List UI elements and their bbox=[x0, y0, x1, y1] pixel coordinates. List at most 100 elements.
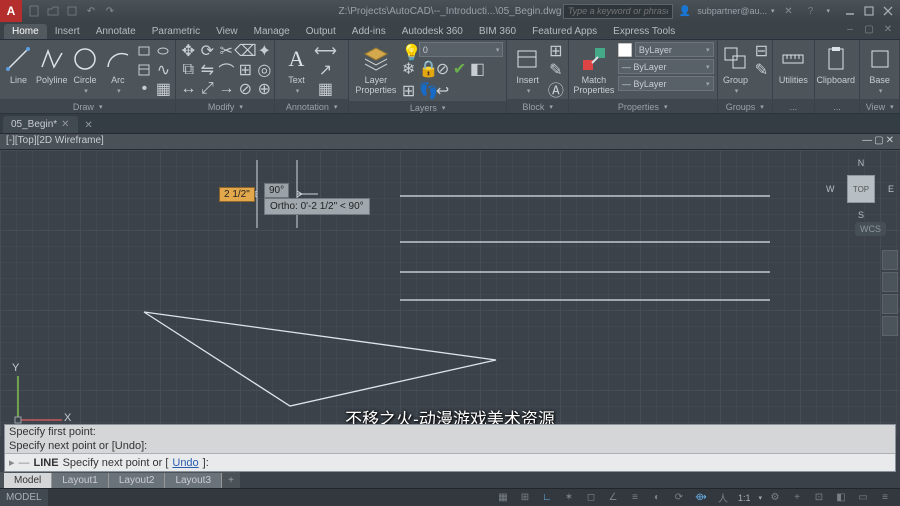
cmd-undo-link[interactable]: Undo bbox=[172, 457, 198, 469]
tab-annotate[interactable]: Annotate bbox=[88, 24, 144, 39]
polar-toggle-icon[interactable]: ✶ bbox=[560, 490, 578, 506]
bulb-icon[interactable]: 💡 bbox=[402, 43, 416, 57]
tab-manage[interactable]: Manage bbox=[246, 24, 298, 39]
add-tab-icon[interactable]: ✕ bbox=[80, 117, 98, 133]
group-edit-icon[interactable]: ✎ bbox=[753, 61, 771, 79]
tab-output[interactable]: Output bbox=[298, 24, 344, 39]
spline-icon[interactable]: ∿ bbox=[154, 61, 172, 79]
tab-bim360[interactable]: BIM 360 bbox=[471, 24, 524, 39]
create-block-icon[interactable]: ⊞ bbox=[547, 42, 565, 60]
tab-view[interactable]: View bbox=[208, 24, 246, 39]
join-icon[interactable]: ⊕ bbox=[255, 80, 273, 98]
attr-icon[interactable]: Ⓐ bbox=[547, 80, 565, 98]
rotate-icon[interactable]: ⟳ bbox=[198, 42, 216, 60]
nav-wheel-icon[interactable] bbox=[882, 250, 898, 270]
tab-a360[interactable]: Autodesk 360 bbox=[394, 24, 471, 39]
isolate-icon[interactable]: ◧ bbox=[832, 490, 850, 506]
leader-icon[interactable]: ↗ bbox=[316, 61, 334, 79]
annot-scale-icon[interactable]: 人 bbox=[714, 490, 732, 506]
exchange-icon[interactable]: ✕ bbox=[780, 3, 796, 19]
erase-icon[interactable]: ⌫ bbox=[236, 42, 254, 60]
fillet-icon[interactable]: ⌒ bbox=[217, 61, 235, 79]
color-combo[interactable]: ByLayer▾ bbox=[635, 42, 714, 57]
dimension-icon[interactable]: ⟷ bbox=[316, 42, 334, 60]
table-icon[interactable]: ▦ bbox=[316, 80, 334, 98]
lineweight-combo[interactable]: — ByLayer▾ bbox=[618, 59, 714, 74]
insert-block-tool[interactable]: Insert▾ bbox=[510, 42, 544, 95]
customize-icon[interactable]: ≡ bbox=[876, 490, 894, 506]
annotation-monitor-icon[interactable]: + bbox=[788, 490, 806, 506]
linetype-combo[interactable]: — ByLayer▾ bbox=[618, 76, 714, 91]
file-tab-close-icon[interactable]: ✕ bbox=[61, 119, 69, 130]
viewport-label[interactable]: [-][Top][2D Wireframe] bbox=[6, 135, 104, 148]
close-icon[interactable] bbox=[880, 4, 896, 18]
tab-insert[interactable]: Insert bbox=[47, 24, 88, 39]
viewcube-top-face[interactable]: TOP bbox=[847, 175, 875, 203]
user-chip[interactable]: subpartner@au...▾ bbox=[697, 6, 774, 16]
transparency-toggle-icon[interactable]: ◐ bbox=[648, 490, 666, 506]
stretch-icon[interactable]: ↔ bbox=[179, 80, 197, 98]
clipboard-tool[interactable]: Clipboard bbox=[818, 42, 854, 85]
layer-lock-icon[interactable]: 🔒 bbox=[419, 59, 435, 79]
new-icon[interactable] bbox=[26, 3, 42, 19]
text-tool[interactable]: A Text▾ bbox=[278, 42, 314, 95]
search-input[interactable] bbox=[563, 4, 673, 19]
polyline-tool[interactable]: Polyline bbox=[36, 42, 68, 85]
tab-addins[interactable]: Add-ins bbox=[344, 24, 394, 39]
vp-min-icon[interactable]: — bbox=[862, 135, 872, 148]
layout-tab-1[interactable]: Layout1 bbox=[52, 473, 109, 488]
snap-toggle-icon[interactable]: ⊞ bbox=[516, 490, 534, 506]
layout-tab-model[interactable]: Model bbox=[4, 473, 52, 488]
line-tool[interactable]: Line bbox=[3, 42, 34, 85]
tab-featured[interactable]: Featured Apps bbox=[524, 24, 605, 39]
command-line[interactable]: ▸ — LINE Specify next point or [Undo]: bbox=[5, 453, 895, 471]
rect-icon[interactable] bbox=[135, 42, 153, 60]
layer-walk-icon[interactable]: 👣 bbox=[419, 81, 435, 101]
annot-icon[interactable]: ⟴ bbox=[692, 490, 710, 506]
grid-toggle-icon[interactable]: ▦ bbox=[494, 490, 512, 506]
help-icon[interactable]: ? bbox=[802, 3, 818, 19]
break-icon[interactable]: ⊘ bbox=[236, 80, 254, 98]
ortho-toggle-icon[interactable]: ∟ bbox=[538, 490, 556, 506]
mirror-icon[interactable]: ⇋ bbox=[198, 61, 216, 79]
layer-properties-tool[interactable]: Layer Properties bbox=[352, 42, 400, 96]
copy-icon[interactable]: ⧉ bbox=[179, 61, 197, 79]
hatch-icon[interactable] bbox=[135, 61, 153, 79]
maximize-icon[interactable] bbox=[861, 4, 877, 18]
otrack-toggle-icon[interactable]: ∠ bbox=[604, 490, 622, 506]
utilities-tool[interactable]: Utilities bbox=[776, 42, 811, 85]
layout-tab-2[interactable]: Layout2 bbox=[109, 473, 166, 488]
status-mode[interactable]: MODEL bbox=[0, 489, 48, 506]
layer-state-icon[interactable]: ⊞ bbox=[402, 81, 418, 101]
tab-express[interactable]: Express Tools bbox=[605, 24, 683, 39]
group-tool[interactable]: Group▾ bbox=[721, 42, 751, 95]
open-icon[interactable] bbox=[45, 3, 61, 19]
doc-close-icon[interactable]: ✕ bbox=[880, 21, 896, 37]
cycling-icon[interactable]: ⟳ bbox=[670, 490, 688, 506]
tab-parametric[interactable]: Parametric bbox=[144, 24, 208, 39]
layer-combo[interactable]: 0▾ bbox=[419, 42, 504, 57]
layout-tab-3[interactable]: Layout3 bbox=[165, 473, 222, 488]
nav-zoom-icon[interactable] bbox=[882, 294, 898, 314]
doc-minimize-icon[interactable]: – bbox=[842, 21, 858, 37]
vp-max-icon[interactable]: ▢ bbox=[874, 135, 883, 148]
ellipse-icon[interactable] bbox=[154, 42, 172, 60]
color-swatch-icon[interactable] bbox=[618, 43, 632, 57]
tab-home[interactable]: Home bbox=[4, 24, 47, 39]
redo-icon[interactable]: ↷ bbox=[102, 3, 118, 19]
array-icon[interactable]: ⊞ bbox=[236, 61, 254, 79]
doc-restore-icon[interactable]: ▢ bbox=[861, 21, 877, 37]
match-properties-tool[interactable]: Match Properties bbox=[572, 42, 616, 96]
vp-close-icon[interactable]: ✕ bbox=[886, 135, 894, 148]
minimize-icon[interactable] bbox=[842, 4, 858, 18]
nav-pan-icon[interactable] bbox=[882, 272, 898, 292]
layer-iso-icon[interactable]: ◧ bbox=[470, 59, 486, 79]
clean-screen-icon[interactable]: ▭ bbox=[854, 490, 872, 506]
viewport[interactable]: 2 1/2" 90° Ortho: 0'-2 1/2" < 90° N S E … bbox=[0, 150, 900, 436]
point-icon[interactable]: • bbox=[135, 80, 153, 98]
nav-orbit-icon[interactable] bbox=[882, 316, 898, 336]
layer-freeze-icon[interactable]: ❄ bbox=[402, 59, 418, 79]
viewcube[interactable]: N S E W TOP bbox=[834, 162, 888, 216]
cmd-close-icon[interactable]: ✕ bbox=[0, 437, 4, 447]
extend-icon[interactable]: → bbox=[217, 80, 235, 98]
